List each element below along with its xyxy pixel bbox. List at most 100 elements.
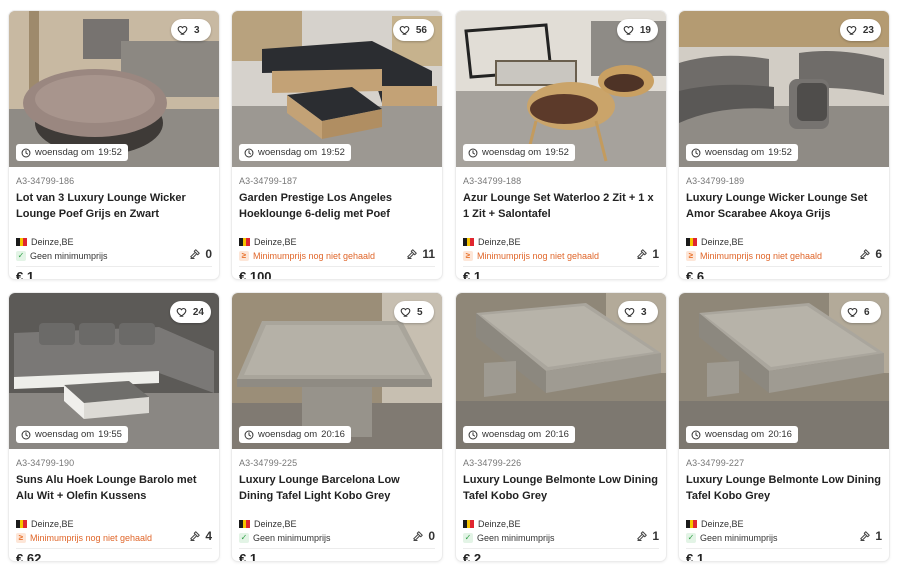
favorite-button[interactable]: 24: [169, 301, 211, 323]
favorite-button[interactable]: 23: [839, 19, 881, 41]
closing-day: woensdag om: [705, 429, 765, 440]
lot-title[interactable]: Garden Prestige Los Angeles Hoeklounge 6…: [239, 190, 435, 222]
lot-card[interactable]: 3 woensdag om 20:16 A3-34799-226 Luxury Loun…: [456, 293, 666, 561]
bid-count: 1: [859, 529, 882, 543]
lot-image[interactable]: 23 woensdag om 19:52: [679, 11, 889, 167]
closing-time-badge: woensdag om 19:52: [686, 144, 798, 161]
lot-card[interactable]: 23 woensdag om 19:52 A3-34799-189 Luxury Lou…: [679, 11, 889, 279]
lot-card[interactable]: 3 woensdag om 19:52 A3-34799-186 Lot van 3 L…: [9, 11, 219, 279]
gavel-icon: [636, 530, 648, 542]
lot-info: A3-34799-190 Suns Alu Hoek Lounge Barolo …: [9, 449, 219, 561]
lot-info: A3-34799-186 Lot van 3 Luxury Lounge Wick…: [9, 167, 219, 279]
lot-card[interactable]: 6 woensdag om 20:16 A3-34799-227 Luxury Loun…: [679, 293, 889, 561]
closing-time-badge: woensdag om 19:52: [239, 144, 351, 161]
favorite-count: 6: [864, 306, 870, 318]
location: Deinze,BE: [686, 237, 744, 247]
bid-count: 4: [189, 529, 212, 543]
belgium-flag-icon: [239, 520, 251, 528]
lot-image[interactable]: 5 woensdag om 20:16: [232, 293, 442, 449]
lot-info: A3-34799-189 Luxury Lounge Wicker Lounge …: [679, 167, 889, 279]
min-price-badge-icon: ≥: [686, 251, 696, 261]
closing-time: 20:16: [768, 429, 792, 440]
closing-day: woensdag om: [482, 429, 542, 440]
bid-count-value: 0: [428, 529, 435, 543]
lot-number: A3-34799-189: [686, 176, 745, 186]
current-price: € 1: [16, 269, 35, 279]
lot-number: A3-34799-227: [686, 458, 745, 468]
lot-image[interactable]: 56 woensdag om 19:52: [232, 11, 442, 167]
lot-info: A3-34799-187 Garden Prestige Los Angeles …: [232, 167, 442, 279]
lot-title[interactable]: Luxury Lounge Belmonte Low Dining Tafel …: [686, 472, 882, 504]
lot-title[interactable]: Lot van 3 Luxury Lounge Wicker Lounge Po…: [16, 190, 212, 222]
check-badge-icon: ✓: [686, 533, 696, 543]
lot-title[interactable]: Luxury Lounge Belmonte Low Dining Tafel …: [463, 472, 659, 504]
minimum-price-text: Minimumprijs nog niet gehaald: [253, 251, 376, 261]
lot-image[interactable]: 3 woensdag om 19:52: [9, 11, 219, 167]
current-price: € 1: [239, 551, 258, 561]
lot-card[interactable]: 56 woensdag om 19:52 A3-34799-187 Garden Pre…: [232, 11, 442, 279]
minimum-price-text: Geen minimumprijs: [477, 533, 555, 543]
closing-time-badge: woensdag om 19:52: [16, 144, 128, 161]
lot-image[interactable]: 6 woensdag om 20:16: [679, 293, 889, 449]
closing-time: 19:52: [98, 147, 122, 158]
location: Deinze,BE: [239, 519, 297, 529]
divider: [16, 266, 212, 267]
lot-title[interactable]: Luxury Lounge Wicker Lounge Set Amor Sca…: [686, 190, 882, 222]
lot-number: A3-34799-226: [463, 458, 522, 468]
lot-image[interactable]: 24 woensdag om 19:55: [9, 293, 219, 449]
lot-title[interactable]: Luxury Lounge Barcelona Low Dining Tafel…: [239, 472, 435, 504]
favorite-button[interactable]: 3: [171, 19, 211, 41]
favorite-button[interactable]: 56: [392, 19, 434, 41]
bid-count: 0: [412, 529, 435, 543]
belgium-flag-icon: [16, 238, 28, 246]
lot-info: A3-34799-225 Luxury Lounge Barcelona Low …: [232, 449, 442, 561]
location-text: Deinze,BE: [254, 519, 297, 529]
favorite-button[interactable]: 19: [616, 19, 658, 41]
min-price-badge-icon: ≥: [16, 533, 26, 543]
closing-time-badge: woensdag om 19:52: [463, 144, 575, 161]
bid-count-value: 1: [652, 529, 659, 543]
lot-card[interactable]: 19 woensdag om 19:52 A3-34799-188 Azur Loung…: [456, 11, 666, 279]
lot-number: A3-34799-225: [239, 458, 298, 468]
divider: [16, 548, 212, 549]
lot-card[interactable]: 24 woensdag om 19:55 A3-34799-190 Suns Alu H…: [9, 293, 219, 561]
minimum-price-status: ≥ Minimumprijs nog niet gehaald: [463, 251, 599, 261]
favorite-button[interactable]: 3: [618, 301, 658, 323]
closing-time: 19:52: [768, 147, 792, 158]
location: Deinze,BE: [239, 237, 297, 247]
location-text: Deinze,BE: [254, 237, 297, 247]
lot-info: A3-34799-188 Azur Lounge Set Waterloo 2 Z…: [456, 167, 666, 279]
lot-title[interactable]: Suns Alu Hoek Lounge Barolo met Alu Wit …: [16, 472, 212, 504]
clock-icon: [468, 148, 478, 158]
minimum-price-text: Geen minimumprijs: [700, 533, 778, 543]
minimum-price-status: ≥ Minimumprijs nog niet gehaald: [686, 251, 822, 261]
lot-card[interactable]: 5 woensdag om 20:16 A3-34799-225 Luxury Loun…: [232, 293, 442, 561]
gavel-icon: [412, 530, 424, 542]
bid-count: 1: [636, 247, 659, 261]
minimum-price-status: ✓ Geen minimumprijs: [686, 533, 778, 543]
divider: [686, 548, 882, 549]
lot-image[interactable]: 3 woensdag om 20:16: [456, 293, 666, 449]
location-text: Deinze,BE: [31, 519, 74, 529]
gavel-icon: [406, 248, 418, 260]
heart-icon: [624, 306, 636, 318]
heart-icon: [846, 24, 858, 36]
bid-count: 1: [636, 529, 659, 543]
clock-icon: [691, 148, 701, 158]
heart-icon: [623, 24, 635, 36]
favorite-count: 24: [192, 306, 204, 318]
lot-image[interactable]: 19 woensdag om 19:52: [456, 11, 666, 167]
location: Deinze,BE: [463, 519, 521, 529]
gavel-icon: [189, 248, 201, 260]
closing-time-badge: woensdag om 20:16: [239, 426, 351, 443]
belgium-flag-icon: [463, 238, 475, 246]
divider: [239, 548, 435, 549]
current-price: € 6: [686, 269, 705, 279]
favorite-button[interactable]: 5: [394, 301, 434, 323]
closing-day: woensdag om: [35, 429, 95, 440]
location-text: Deinze,BE: [478, 237, 521, 247]
current-price: € 62: [16, 551, 42, 561]
lot-title[interactable]: Azur Lounge Set Waterloo 2 Zit + 1 x 1 Z…: [463, 190, 659, 222]
minimum-price-text: Minimumprijs nog niet gehaald: [477, 251, 600, 261]
favorite-button[interactable]: 6: [841, 301, 881, 323]
